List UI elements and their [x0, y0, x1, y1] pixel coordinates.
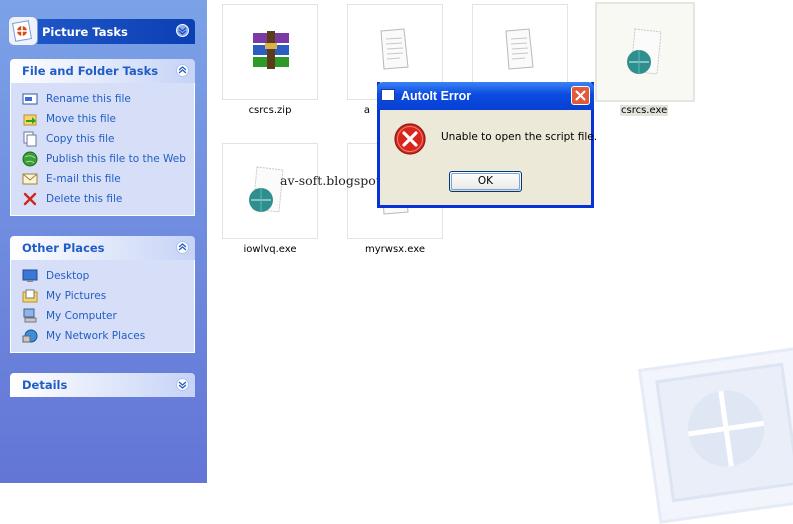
details-panel: Details [10, 373, 195, 397]
file-folder-tasks-title: File and Folder Tasks [22, 64, 159, 78]
dialog-title: AutoIt Error [401, 89, 472, 103]
place-network[interactable]: My Network Places [11, 326, 194, 346]
task-label: E-mail this file [46, 173, 121, 185]
place-my-computer[interactable]: My Computer [11, 306, 194, 326]
file-name[interactable]: iowlvq.exe [205, 244, 335, 255]
task-label: Move this file [46, 113, 116, 125]
dialog-title-bar[interactable]: AutoIt Error [377, 82, 594, 110]
computer-icon [22, 308, 38, 324]
globe-icon [22, 151, 38, 167]
file-name[interactable]: csrcs.zip [205, 105, 335, 116]
file-folder-tasks-panel: File and Folder Tasks Rename this file M… [10, 59, 195, 216]
copy-icon [22, 131, 38, 147]
close-icon [575, 90, 586, 101]
exe-file-icon [621, 26, 671, 82]
place-desktop[interactable]: Desktop [11, 266, 194, 286]
text-file-icon [503, 27, 537, 75]
file-tile[interactable] [222, 4, 318, 100]
chevron-up-icon[interactable] [176, 64, 189, 77]
dialog-message: Unable to open the script file. [441, 131, 598, 143]
task-pane: Picture Tasks File and Folder Tasks Rena… [0, 0, 207, 483]
task-email-file[interactable]: E-mail this file [11, 169, 194, 189]
other-places-list: Desktop My Pictures My Computer My Netwo… [10, 260, 195, 353]
network-icon [22, 328, 38, 344]
place-label: Desktop [46, 270, 90, 282]
winrar-archive-icon [249, 29, 293, 77]
task-label: Copy this file [46, 133, 115, 145]
chevron-down-icon[interactable] [176, 378, 189, 391]
desktop-icon [22, 268, 38, 284]
delete-icon [22, 191, 38, 207]
picture-tasks-header[interactable]: Picture Tasks [8, 16, 195, 46]
task-publish-web[interactable]: Publish this file to the Web [11, 149, 194, 169]
other-places-header[interactable]: Other Places [10, 236, 195, 260]
text-file-icon [378, 27, 412, 75]
task-move-file[interactable]: Move this file [11, 109, 194, 129]
file-folder-tasks-list: Rename this file Move this file Copy thi… [10, 83, 195, 216]
task-label: Delete this file [46, 193, 123, 205]
file-tile-selected[interactable] [595, 2, 695, 102]
task-rename-file[interactable]: Rename this file [11, 89, 194, 109]
place-label: My Pictures [46, 290, 107, 302]
file-name[interactable]: myrwsx.exe [330, 244, 460, 255]
autoit-error-dialog: AutoIt Error Unable to open the script f… [377, 82, 598, 208]
other-places-panel: Other Places Desktop My Pictures My Comp… [10, 236, 195, 353]
task-delete-file[interactable]: Delete this file [11, 189, 194, 209]
details-header[interactable]: Details [10, 373, 195, 397]
task-label: Rename this file [46, 93, 131, 105]
email-icon [22, 171, 38, 187]
task-label: Publish this file to the Web [46, 153, 186, 165]
move-icon [22, 111, 38, 127]
details-title: Details [22, 378, 68, 392]
task-copy-file[interactable]: Copy this file [11, 129, 194, 149]
other-places-title: Other Places [22, 241, 105, 255]
place-label: My Network Places [46, 330, 146, 342]
place-my-pictures[interactable]: My Pictures [11, 286, 194, 306]
pictures-folder-icon [22, 288, 38, 304]
place-label: My Computer [46, 310, 117, 322]
chevron-down-icon[interactable] [176, 24, 189, 37]
window-icon [381, 89, 395, 101]
picture-tasks-panel: Picture Tasks [8, 16, 195, 46]
chevron-up-icon[interactable] [176, 241, 189, 254]
picture-tasks-title: Picture Tasks [42, 25, 128, 39]
file-tile[interactable] [222, 143, 318, 239]
rename-icon [22, 91, 38, 107]
close-button[interactable] [571, 86, 590, 105]
file-folder-tasks-header[interactable]: File and Folder Tasks [10, 59, 195, 83]
ok-button[interactable]: OK [449, 171, 522, 192]
file-name[interactable]: csrcs.exe [620, 105, 669, 116]
error-icon [393, 122, 427, 160]
picture-frame-watermark [637, 346, 793, 524]
picture-tasks-icon [8, 16, 38, 46]
